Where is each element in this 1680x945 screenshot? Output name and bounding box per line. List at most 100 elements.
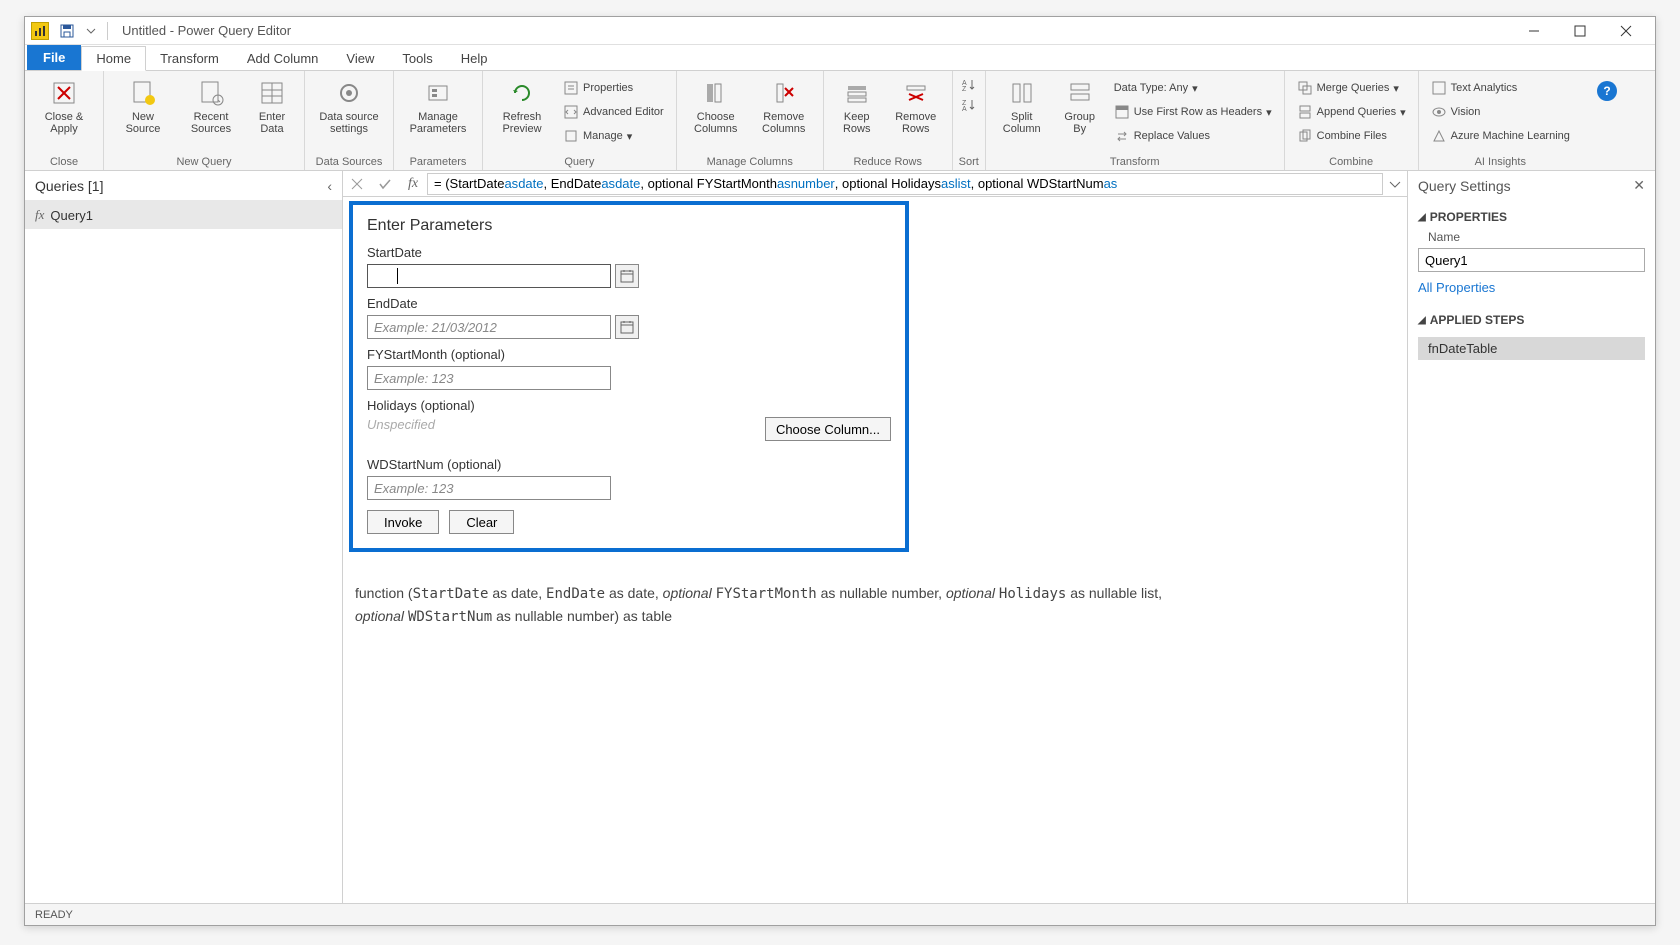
manage-query-button[interactable]: Manage ▾ [559,125,668,147]
text-analytics-button[interactable]: Text Analytics [1427,77,1574,99]
data-source-settings-button[interactable]: Data source settings [313,75,385,149]
keep-rows-icon [841,77,873,109]
startdate-input[interactable] [367,264,611,288]
choose-column-button[interactable]: Choose Column... [765,417,891,441]
maximize-button[interactable] [1557,17,1603,45]
merge-icon [1297,80,1313,96]
refresh-icon [506,77,538,109]
azure-icon [1431,128,1447,144]
group-parameters-label: Parameters [402,154,474,168]
split-column-button[interactable]: Split Column [994,75,1050,149]
recent-sources-button[interactable]: Recent Sources [180,75,242,149]
merge-queries-button[interactable]: Merge Queries ▾ [1293,77,1410,99]
applied-steps-section[interactable]: ◢APPLIED STEPS [1418,313,1645,327]
applied-step-item[interactable]: fnDateTable [1418,337,1645,360]
combine-files-button[interactable]: Combine Files [1293,125,1410,147]
invoke-button[interactable]: Invoke [367,510,439,534]
properties-section[interactable]: ◢PROPERTIES [1418,210,1645,224]
status-bar: READY [25,903,1655,925]
keep-rows-button[interactable]: Keep Rows [832,75,882,149]
qat-dropdown-icon[interactable] [79,20,103,42]
wdstartnum-input[interactable] [367,476,611,500]
first-row-headers-button[interactable]: Use First Row as Headers ▾ [1110,101,1276,123]
tab-view[interactable]: View [332,47,388,70]
close-apply-icon [48,77,80,109]
group-sort-label: Sort [957,154,981,168]
azure-ml-button[interactable]: Azure Machine Learning [1427,125,1574,147]
group-reducerows-label: Reduce Rows [832,154,944,168]
text-analytics-icon [1431,80,1447,96]
enddate-calendar-button[interactable] [615,315,639,339]
query-name-input[interactable] [1418,248,1645,272]
text-cursor [397,268,398,284]
main-body: Queries [1] ‹ fx Query1 fx = (StartDate … [25,171,1655,903]
tab-add-column[interactable]: Add Column [233,47,333,70]
group-managecols-label: Manage Columns [685,154,815,168]
name-label: Name [1418,230,1645,244]
separator [107,22,108,40]
recent-sources-icon [195,77,227,109]
help-button[interactable]: ? [1597,81,1617,101]
cancel-formula-icon[interactable] [343,172,371,196]
enddate-input[interactable] [367,315,611,339]
svg-text:Z: Z [962,86,967,93]
group-query-label: Query [491,154,668,168]
minimize-button[interactable] [1511,17,1557,45]
choose-columns-button[interactable]: Choose Columns [685,75,747,149]
tab-help[interactable]: Help [447,47,502,70]
remove-rows-icon [900,77,932,109]
data-type-button[interactable]: Data Type: Any ▾ [1110,77,1276,99]
choose-columns-icon [700,77,732,109]
group-by-button[interactable]: Group By [1056,75,1104,149]
tab-tools[interactable]: Tools [388,47,446,70]
advanced-editor-button[interactable]: Advanced Editor [559,101,668,123]
svg-text:A: A [962,106,967,113]
fystartmonth-input[interactable] [367,366,611,390]
vision-icon [1431,104,1447,120]
app-window: Untitled - Power Query Editor File Home … [24,16,1656,926]
ribbon: Close & Apply Close New Source Recent So… [25,71,1655,171]
manage-parameters-button[interactable]: Manage Parameters [402,75,474,149]
collapse-pane-icon[interactable]: ‹ [327,178,332,194]
sort-asc-button[interactable]: AZ [957,75,981,93]
enter-data-button[interactable]: Enter Data [248,75,296,149]
refresh-preview-button[interactable]: Refresh Preview [491,75,553,149]
query-item[interactable]: fx Query1 [25,201,342,229]
append-queries-button[interactable]: Append Queries ▾ [1293,101,1410,123]
tab-file[interactable]: File [27,45,81,70]
formula-bar: fx = (StartDate as date, EndDate as date… [343,171,1407,197]
group-transform-label: Transform [994,154,1276,168]
tab-transform[interactable]: Transform [146,47,233,70]
editor-icon [563,104,579,120]
ribbon-tabs: File Home Transform Add Column View Tool… [25,45,1655,71]
new-source-button[interactable]: New Source [112,75,174,149]
expand-formula-icon[interactable] [1383,179,1407,189]
parameters-icon [422,77,454,109]
titlebar: Untitled - Power Query Editor [25,17,1655,45]
properties-button[interactable]: Properties [559,77,668,99]
all-properties-link[interactable]: All Properties [1418,280,1645,295]
remove-columns-button[interactable]: Remove Columns [753,75,815,149]
remove-rows-button[interactable]: Remove Rows [888,75,944,149]
expand-icon: ◢ [1418,315,1426,326]
group-combine-label: Combine [1293,154,1410,168]
enter-parameters-panel: Enter Parameters StartDate EndDate [349,201,909,552]
fx-icon[interactable]: fx [399,172,427,196]
replace-values-button[interactable]: Replace Values [1110,125,1276,147]
accept-formula-icon[interactable] [371,172,399,196]
clear-button[interactable]: Clear [449,510,514,534]
sort-desc-button[interactable]: ZA [957,95,981,113]
function-signature: function (StartDate as date, EndDate as … [355,582,1215,628]
holidays-unspecified: Unspecified [367,417,435,441]
vision-button[interactable]: Vision [1427,101,1574,123]
append-icon [1297,104,1313,120]
properties-icon [563,80,579,96]
close-button[interactable] [1603,17,1649,45]
save-icon[interactable] [55,20,79,42]
close-settings-icon[interactable]: ✕ [1633,177,1645,194]
close-apply-button[interactable]: Close & Apply [33,75,95,149]
status-text: READY [35,909,73,921]
formula-input[interactable]: = (StartDate as date, EndDate as date, o… [427,173,1383,195]
tab-home[interactable]: Home [81,46,146,71]
startdate-calendar-button[interactable] [615,264,639,288]
